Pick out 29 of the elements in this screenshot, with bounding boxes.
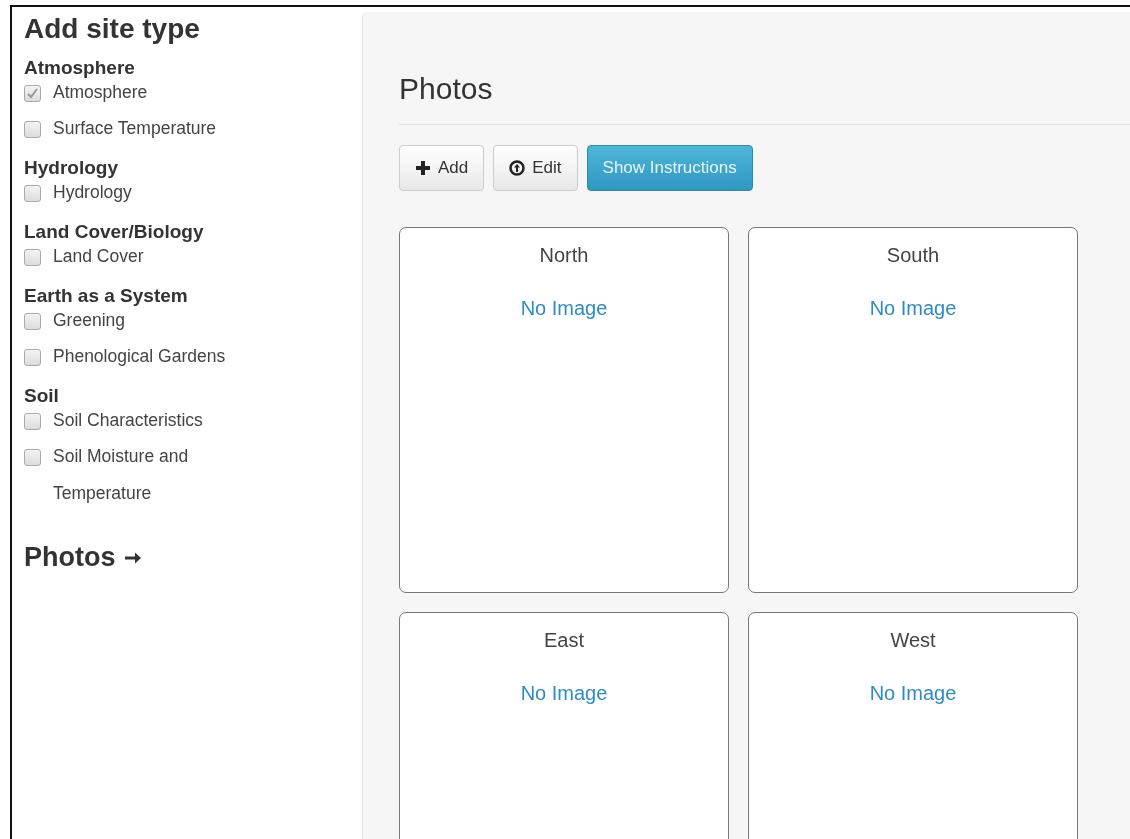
checkbox-label[interactable]: Soil Moisture and Temperature (53, 438, 233, 512)
no-image-text: No Image (520, 297, 608, 320)
group-heading: Hydrology (24, 157, 119, 179)
checkbox[interactable] (24, 413, 41, 430)
checkbox[interactable] (24, 185, 41, 202)
checkbox[interactable] (24, 449, 41, 466)
sidebar-title: Add site type (24, 13, 201, 45)
card-title: East (544, 629, 584, 652)
checkbox[interactable] (24, 313, 41, 330)
card-title: North (539, 244, 589, 267)
add-button[interactable]: Add (399, 145, 485, 191)
no-image-text: No Image (520, 682, 608, 705)
checkbox[interactable] (24, 85, 41, 102)
upload-icon (509, 160, 526, 176)
no-image-text: No Image (869, 682, 957, 705)
no-image-text: No Image (869, 297, 957, 320)
group-heading: Atmosphere (24, 57, 136, 79)
card-title: South (886, 244, 940, 267)
checkbox[interactable] (24, 349, 41, 366)
edit-button[interactable]: Edit (493, 145, 578, 191)
photos-link[interactable]: Photos (24, 542, 142, 573)
checkbox[interactable] (24, 249, 41, 266)
checkbox-label[interactable]: Phenological Gardens (53, 338, 226, 375)
checkbox[interactable] (24, 121, 41, 138)
arrow-icon (123, 550, 142, 565)
checkbox-label[interactable]: Surface Temperature (53, 110, 217, 147)
plus-icon (415, 160, 431, 176)
card-title: West (890, 629, 936, 652)
page-title: Photos (399, 72, 1130, 125)
